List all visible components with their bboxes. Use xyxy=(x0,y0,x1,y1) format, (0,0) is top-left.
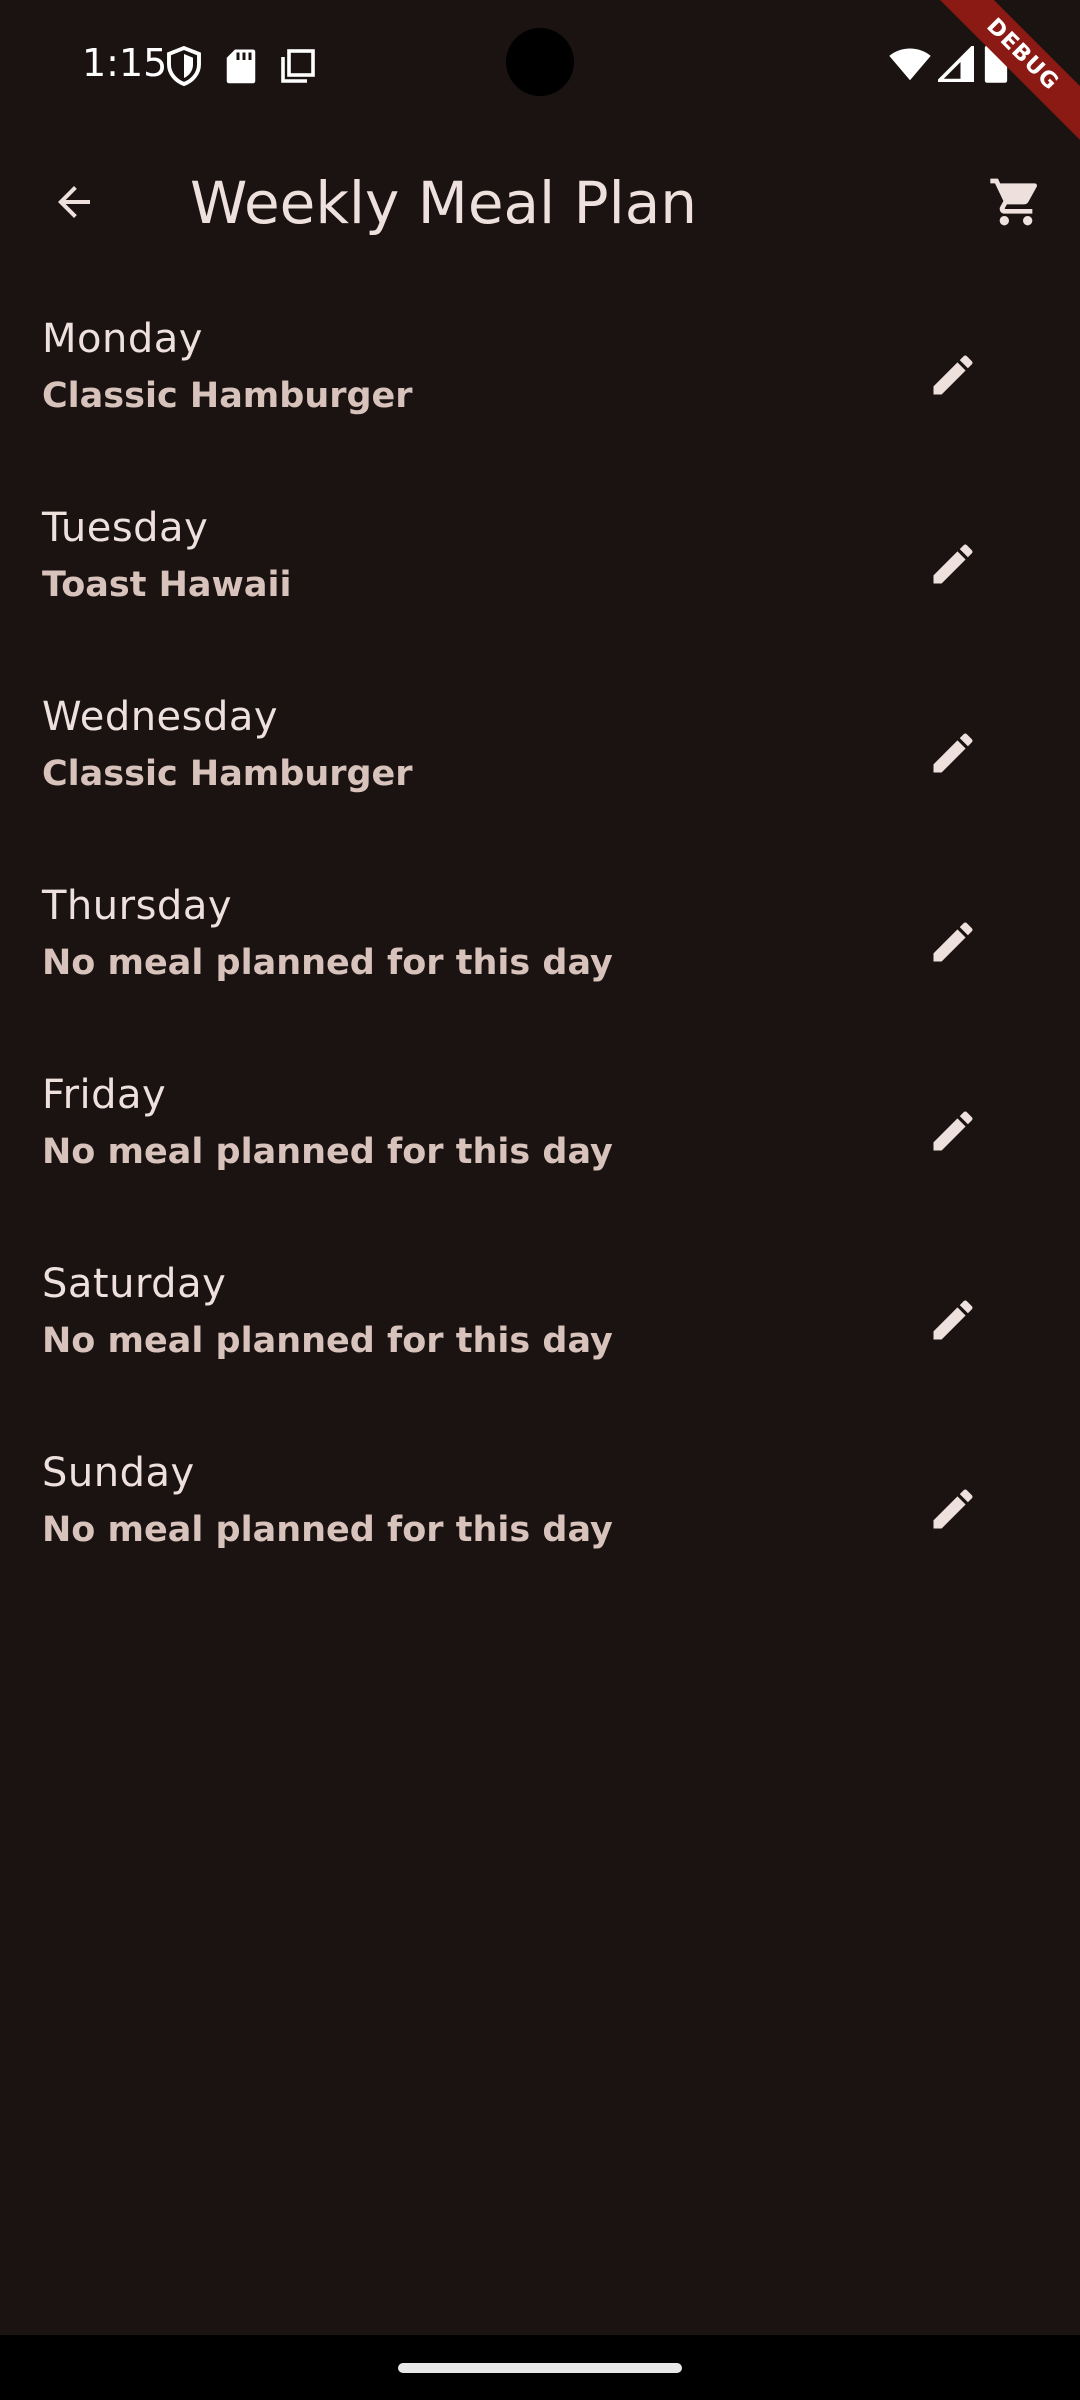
day-item-friday[interactable]: Friday No meal planned for this day xyxy=(0,1056,1080,1245)
edit-wednesday-button[interactable] xyxy=(912,712,994,794)
day-item-monday[interactable]: Monday Classic Hamburger xyxy=(0,300,1080,489)
back-button[interactable] xyxy=(38,166,110,238)
screenshot-icon xyxy=(281,49,315,83)
day-name: Sunday xyxy=(42,1450,195,1496)
day-name: Tuesday xyxy=(42,505,209,551)
day-item-thursday[interactable]: Thursday No meal planned for this day xyxy=(0,867,1080,1056)
edit-saturday-button[interactable] xyxy=(912,1279,994,1361)
edit-friday-button[interactable] xyxy=(912,1090,994,1172)
day-item-saturday[interactable]: Saturday No meal planned for this day xyxy=(0,1245,1080,1434)
day-name: Friday xyxy=(42,1072,167,1118)
shopping-cart-icon xyxy=(990,178,1038,226)
edit-sunday-button[interactable] xyxy=(912,1468,994,1550)
day-name: Thursday xyxy=(42,883,232,929)
sd-card-icon xyxy=(226,49,256,84)
edit-icon xyxy=(933,355,973,395)
day-name: Saturday xyxy=(42,1261,227,1307)
status-bar: 1:15 DEBUG xyxy=(0,0,1080,154)
system-navigation-bar xyxy=(0,2335,1080,2400)
edit-icon xyxy=(933,1489,973,1529)
edit-icon xyxy=(933,922,973,962)
day-item-sunday[interactable]: Sunday No meal planned for this day xyxy=(0,1434,1080,1623)
meal-name: Classic Hamburger xyxy=(42,376,413,416)
meal-name: No meal planned for this day xyxy=(42,1132,613,1172)
front-camera xyxy=(506,28,574,96)
day-name: Wednesday xyxy=(42,694,279,740)
home-gesture-handle[interactable] xyxy=(398,2363,682,2373)
meal-plan-list: Monday Classic Hamburger Tuesday Toast H… xyxy=(0,300,1080,1623)
edit-icon xyxy=(933,544,973,584)
meal-name: No meal planned for this day xyxy=(42,1510,613,1550)
app-bar: Weekly Meal Plan xyxy=(0,128,1080,276)
day-item-wednesday[interactable]: Wednesday Classic Hamburger xyxy=(0,678,1080,867)
status-time: 1:15 xyxy=(82,41,168,85)
edit-icon xyxy=(933,1300,973,1340)
arrow-back-icon xyxy=(58,186,90,218)
shopping-cart-button[interactable] xyxy=(980,166,1052,238)
edit-monday-button[interactable] xyxy=(912,334,994,416)
day-item-tuesday[interactable]: Tuesday Toast Hawaii xyxy=(0,489,1080,678)
edit-icon xyxy=(933,1111,973,1151)
edit-tuesday-button[interactable] xyxy=(912,523,994,605)
meal-name: Toast Hawaii xyxy=(42,565,292,605)
page-title: Weekly Meal Plan xyxy=(190,169,697,237)
edit-thursday-button[interactable] xyxy=(912,901,994,983)
vpn-shield-icon xyxy=(167,46,201,86)
edit-icon xyxy=(933,733,973,773)
day-name: Monday xyxy=(42,316,203,362)
meal-name: No meal planned for this day xyxy=(42,943,613,983)
meal-name: Classic Hamburger xyxy=(42,754,413,794)
meal-name: No meal planned for this day xyxy=(42,1321,613,1361)
